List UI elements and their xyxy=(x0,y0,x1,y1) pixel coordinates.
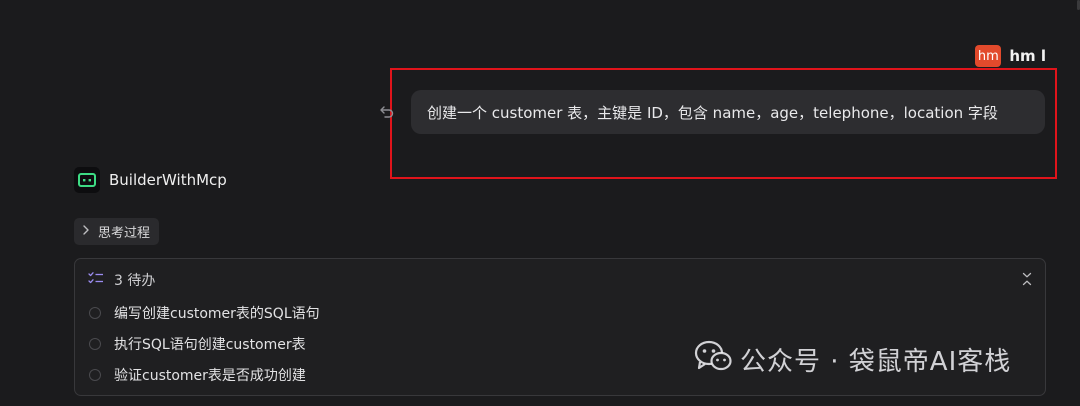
checklist-icon xyxy=(88,271,104,289)
chevron-right-icon xyxy=(82,224,90,239)
todo-item-label: 编写创建customer表的SQL语句 xyxy=(114,306,320,322)
todo-item[interactable]: 编写创建customer表的SQL语句 xyxy=(89,303,320,323)
thinking-process-toggle[interactable]: 思考过程 xyxy=(74,218,160,245)
chat-window: hm hm l 创建一个 customer 表，主键是 ID，包含 name，a… xyxy=(0,0,1080,406)
user-avatar: hm xyxy=(975,45,1002,67)
user-header: hm hm l xyxy=(975,45,1046,67)
todo-checkbox[interactable] xyxy=(89,369,101,381)
bot-name: BuilderWithMcp xyxy=(109,171,227,189)
user-message-bubble: 创建一个 customer 表，主键是 ID，包含 name，age，telep… xyxy=(411,90,1045,134)
todo-header: 3 待办 xyxy=(88,270,155,290)
todo-item-label: 验证customer表是否成功创建 xyxy=(114,368,306,384)
terminal-robot-icon xyxy=(74,167,100,193)
user-message-text: 创建一个 customer 表，主键是 ID，包含 name，age，telep… xyxy=(427,103,998,122)
user-name: hm l xyxy=(1009,47,1046,65)
todo-checkbox[interactable] xyxy=(89,307,101,319)
todo-item[interactable]: 执行SQL语句创建customer表 xyxy=(89,334,306,354)
thinking-label: 思考过程 xyxy=(98,226,151,241)
watermark-text: 公众号 · 袋鼠帝AI客栈 xyxy=(740,347,1012,377)
collapse-icon[interactable] xyxy=(1021,271,1035,287)
wechat-icon xyxy=(694,340,732,379)
todo-count-label: 3 待办 xyxy=(114,273,156,289)
undo-icon[interactable] xyxy=(378,103,396,121)
todo-item-label: 执行SQL语句创建customer表 xyxy=(114,337,306,353)
bot-header: BuilderWithMcp xyxy=(74,167,227,193)
todo-checkbox[interactable] xyxy=(89,338,101,350)
watermark: 公众号 · 袋鼠帝AI客栈 xyxy=(694,340,1011,379)
todo-item[interactable]: 验证customer表是否成功创建 xyxy=(89,365,306,385)
